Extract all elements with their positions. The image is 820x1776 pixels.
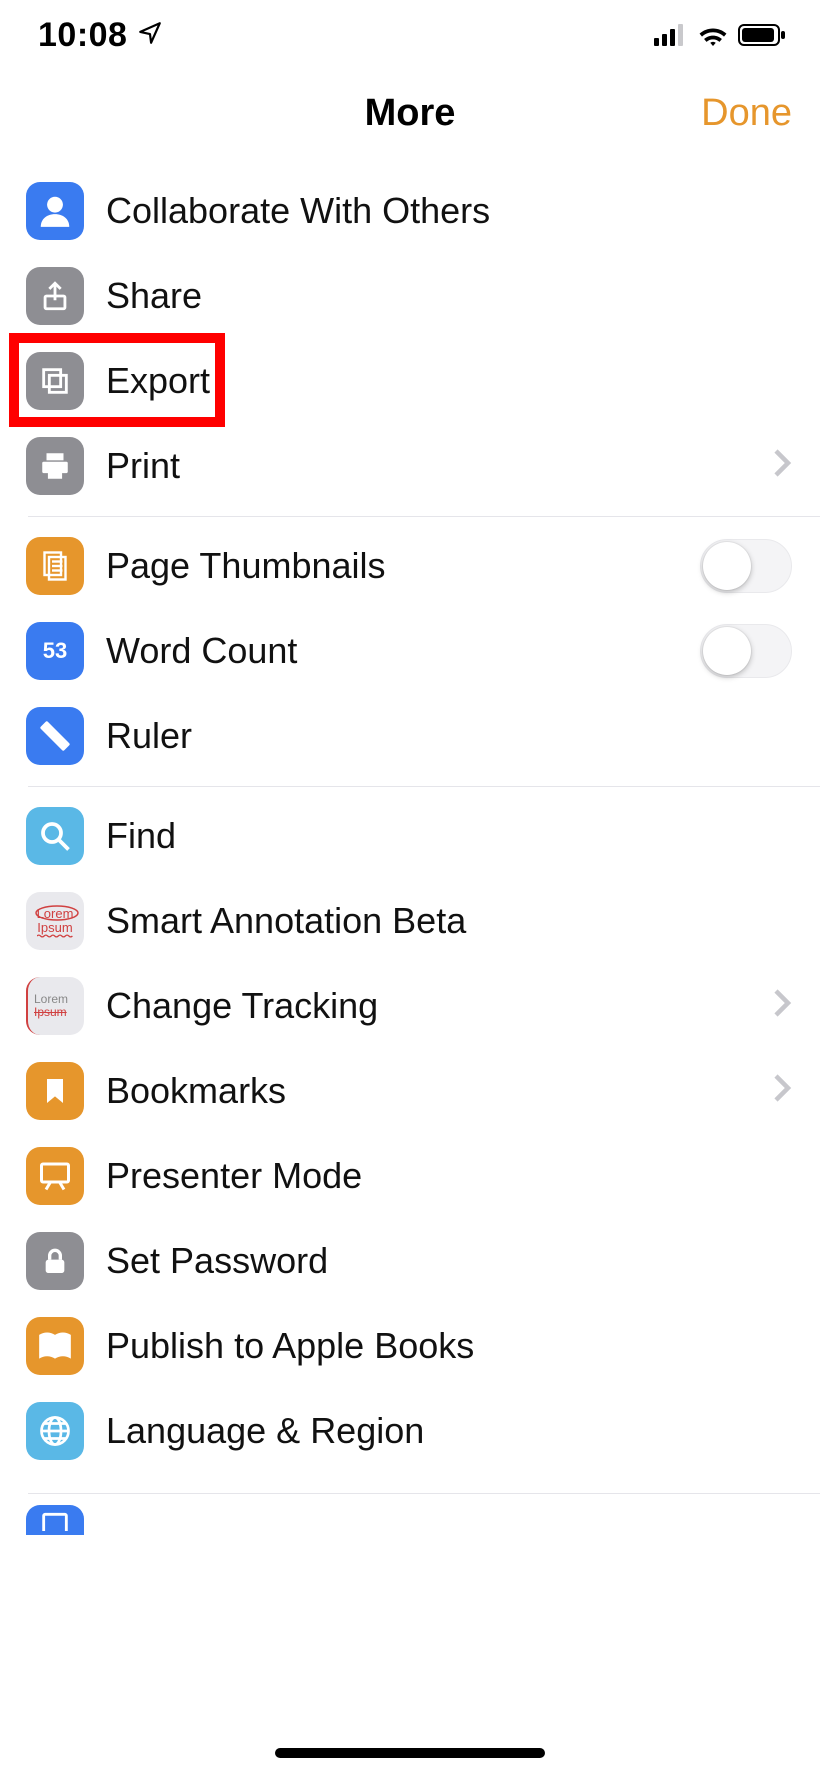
- status-bar: 10:08: [0, 0, 820, 70]
- word-count-icon: 53: [26, 622, 84, 680]
- chevron-right-icon: [772, 1073, 792, 1108]
- row-bookmarks[interactable]: Bookmarks: [0, 1048, 820, 1133]
- status-time: 10:08: [38, 16, 127, 55]
- cellular-icon: [654, 24, 688, 46]
- row-page-thumbnails[interactable]: Page Thumbnails: [0, 523, 820, 608]
- wifi-icon: [698, 24, 728, 46]
- search-icon: [26, 807, 84, 865]
- chevron-right-icon: [772, 988, 792, 1023]
- row-label: Print: [106, 445, 764, 487]
- row-label: Share: [106, 275, 792, 317]
- row-label: Set Password: [106, 1240, 792, 1282]
- status-right: [654, 24, 786, 46]
- ruler-icon: [26, 707, 84, 765]
- tracking-icon: LoremIpsum: [26, 977, 84, 1035]
- row-label: Bookmarks: [106, 1070, 764, 1112]
- globe-icon: [26, 1402, 84, 1460]
- row-ruler[interactable]: Ruler: [0, 693, 820, 778]
- row-print[interactable]: Print: [0, 423, 820, 508]
- divider: [28, 516, 820, 517]
- page-title: More: [0, 92, 820, 135]
- row-label: Word Count: [106, 630, 700, 672]
- person-icon: [26, 182, 84, 240]
- location-icon: [137, 20, 163, 51]
- row-smart-annotation[interactable]: Lorem Ipsum Smart Annotation Beta: [0, 878, 820, 963]
- row-publish-books[interactable]: Publish to Apple Books: [0, 1303, 820, 1388]
- toggle-page-thumbnails[interactable]: [700, 539, 792, 593]
- row-find[interactable]: Find: [0, 793, 820, 878]
- divider: [28, 1493, 820, 1494]
- settings-list: Collaborate With Others Share Export Pri…: [0, 168, 820, 1540]
- word-count-value: 53: [43, 638, 67, 664]
- row-presenter-mode[interactable]: Presenter Mode: [0, 1133, 820, 1218]
- chevron-right-icon: [772, 448, 792, 483]
- row-language-region[interactable]: Language & Region: [0, 1388, 820, 1473]
- home-indicator: [275, 1748, 545, 1758]
- status-left: 10:08: [38, 16, 163, 55]
- row-set-password[interactable]: Set Password: [0, 1218, 820, 1303]
- toggle-word-count[interactable]: [700, 624, 792, 678]
- print-icon: [26, 437, 84, 495]
- presenter-icon: [26, 1147, 84, 1205]
- bookmark-icon: [26, 1062, 84, 1120]
- row-label: Change Tracking: [106, 985, 764, 1027]
- row-label: Export: [106, 360, 792, 402]
- battery-icon: [738, 24, 786, 46]
- divider: [28, 786, 820, 787]
- annotation-icon: Lorem Ipsum: [26, 892, 84, 950]
- row-partial[interactable]: [0, 1500, 820, 1540]
- nav-header: More Done: [0, 80, 820, 150]
- row-label: Ruler: [106, 715, 792, 757]
- row-change-tracking[interactable]: LoremIpsum Change Tracking: [0, 963, 820, 1048]
- export-icon: [26, 352, 84, 410]
- document-icon: [26, 1505, 84, 1535]
- share-icon: [26, 267, 84, 325]
- done-button[interactable]: Done: [701, 92, 792, 135]
- row-label: Smart Annotation Beta: [106, 900, 792, 942]
- row-label: Presenter Mode: [106, 1155, 792, 1197]
- row-label: Publish to Apple Books: [106, 1325, 792, 1367]
- row-collaborate[interactable]: Collaborate With Others: [0, 168, 820, 253]
- row-share[interactable]: Share: [0, 253, 820, 338]
- row-label: Collaborate With Others: [106, 190, 792, 232]
- pages-icon: [26, 537, 84, 595]
- book-icon: [26, 1317, 84, 1375]
- row-label: Page Thumbnails: [106, 545, 700, 587]
- row-word-count[interactable]: 53 Word Count: [0, 608, 820, 693]
- row-label: Language & Region: [106, 1410, 792, 1452]
- lock-icon: [26, 1232, 84, 1290]
- row-export[interactable]: Export: [0, 338, 820, 423]
- row-label: Find: [106, 815, 792, 857]
